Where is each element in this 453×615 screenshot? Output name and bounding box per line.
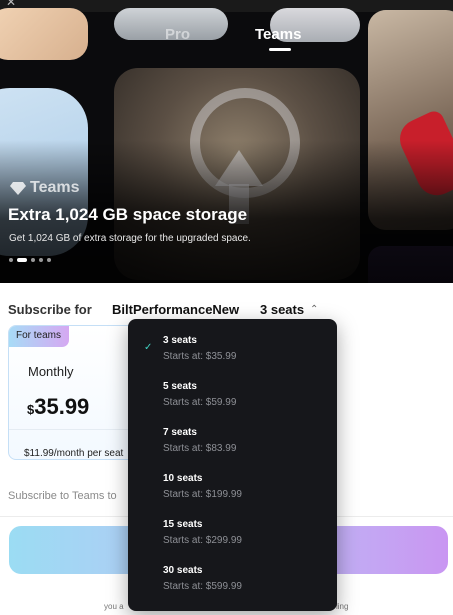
carousel-dot[interactable] xyxy=(31,258,35,262)
subscribe-note: Subscribe to Teams to xyxy=(8,490,117,502)
hero-banner: ✕ Pro Teams Teams Extra 1,024 GB space s… xyxy=(0,0,453,283)
legal-text-right: ling xyxy=(336,602,349,611)
plan-price: $35.99 xyxy=(27,394,89,420)
seat-option[interactable]: 10 seats Starts at: $199.99 xyxy=(128,465,337,509)
tab-active-indicator xyxy=(269,48,291,51)
gem-icon xyxy=(10,182,26,195)
seat-option-price: Starts at: $83.99 xyxy=(163,443,237,454)
seat-option-label: 15 seats xyxy=(163,519,203,530)
seat-option-label: 7 seats xyxy=(163,427,197,438)
subscribe-row: Subscribe for BiltPerformanceNew 3 seats… xyxy=(8,302,318,317)
seat-option[interactable]: 5 seats Starts at: $59.99 xyxy=(128,373,337,417)
carousel-dot[interactable] xyxy=(47,258,51,262)
carousel-dot-active[interactable] xyxy=(17,258,27,262)
plan-tag: For teams xyxy=(9,326,70,347)
seat-option[interactable]: ✓ 3 seats Starts at: $35.99 xyxy=(128,327,337,371)
seat-option[interactable]: 30 seats Starts at: $599.99 xyxy=(128,557,337,601)
check-icon: ✓ xyxy=(144,342,153,353)
seat-option-label: 3 seats xyxy=(163,335,197,346)
seat-option-price: Starts at: $199.99 xyxy=(163,489,242,500)
plan-tabs: Pro Teams xyxy=(150,26,320,56)
hero-title: Extra 1,024 GB space storage xyxy=(8,205,248,224)
seat-option-label: 10 seats xyxy=(163,473,203,484)
price-amount: 35.99 xyxy=(34,394,90,419)
legal-text-left: you a xyxy=(104,602,124,611)
subscribe-label: Subscribe for xyxy=(8,302,92,317)
per-seat-price: $11.99/month per seat xyxy=(24,448,124,459)
chevron-up-icon[interactable]: ⌃ xyxy=(310,304,318,315)
seat-option-label: 30 seats xyxy=(163,565,203,576)
seat-option[interactable]: 15 seats Starts at: $299.99 xyxy=(128,511,337,555)
seat-option-price: Starts at: $299.99 xyxy=(163,535,242,546)
plan-period: Monthly xyxy=(28,364,74,379)
teams-badge: Teams xyxy=(10,179,80,197)
hero-subtitle: Get 1,024 GB of extra storage for the up… xyxy=(9,233,251,244)
seat-option-label: 5 seats xyxy=(163,381,197,392)
plan-card[interactable]: For teams Monthly $35.99 $11.99/month pe… xyxy=(8,325,140,460)
hero-tile-image xyxy=(0,8,88,60)
organization-name: BiltPerformanceNew xyxy=(112,302,240,317)
carousel-dot[interactable] xyxy=(39,258,43,262)
seat-option-price: Starts at: $35.99 xyxy=(163,351,237,362)
seat-option-price: Starts at: $59.99 xyxy=(163,397,237,408)
seats-selector[interactable]: 3 seats xyxy=(260,302,304,317)
carousel-dot[interactable] xyxy=(9,258,13,262)
tab-pro[interactable]: Pro xyxy=(165,26,190,43)
card-divider xyxy=(9,429,139,430)
carousel-dots xyxy=(9,258,51,262)
tab-teams-label: Teams xyxy=(255,26,302,43)
seat-option-price: Starts at: $599.99 xyxy=(163,581,242,592)
seats-dropdown: ✓ 3 seats Starts at: $35.99 5 seats Star… xyxy=(128,319,337,611)
teams-badge-label: Teams xyxy=(30,179,80,196)
tab-teams[interactable]: Teams xyxy=(255,26,302,51)
seat-option[interactable]: 7 seats Starts at: $83.99 xyxy=(128,419,337,463)
